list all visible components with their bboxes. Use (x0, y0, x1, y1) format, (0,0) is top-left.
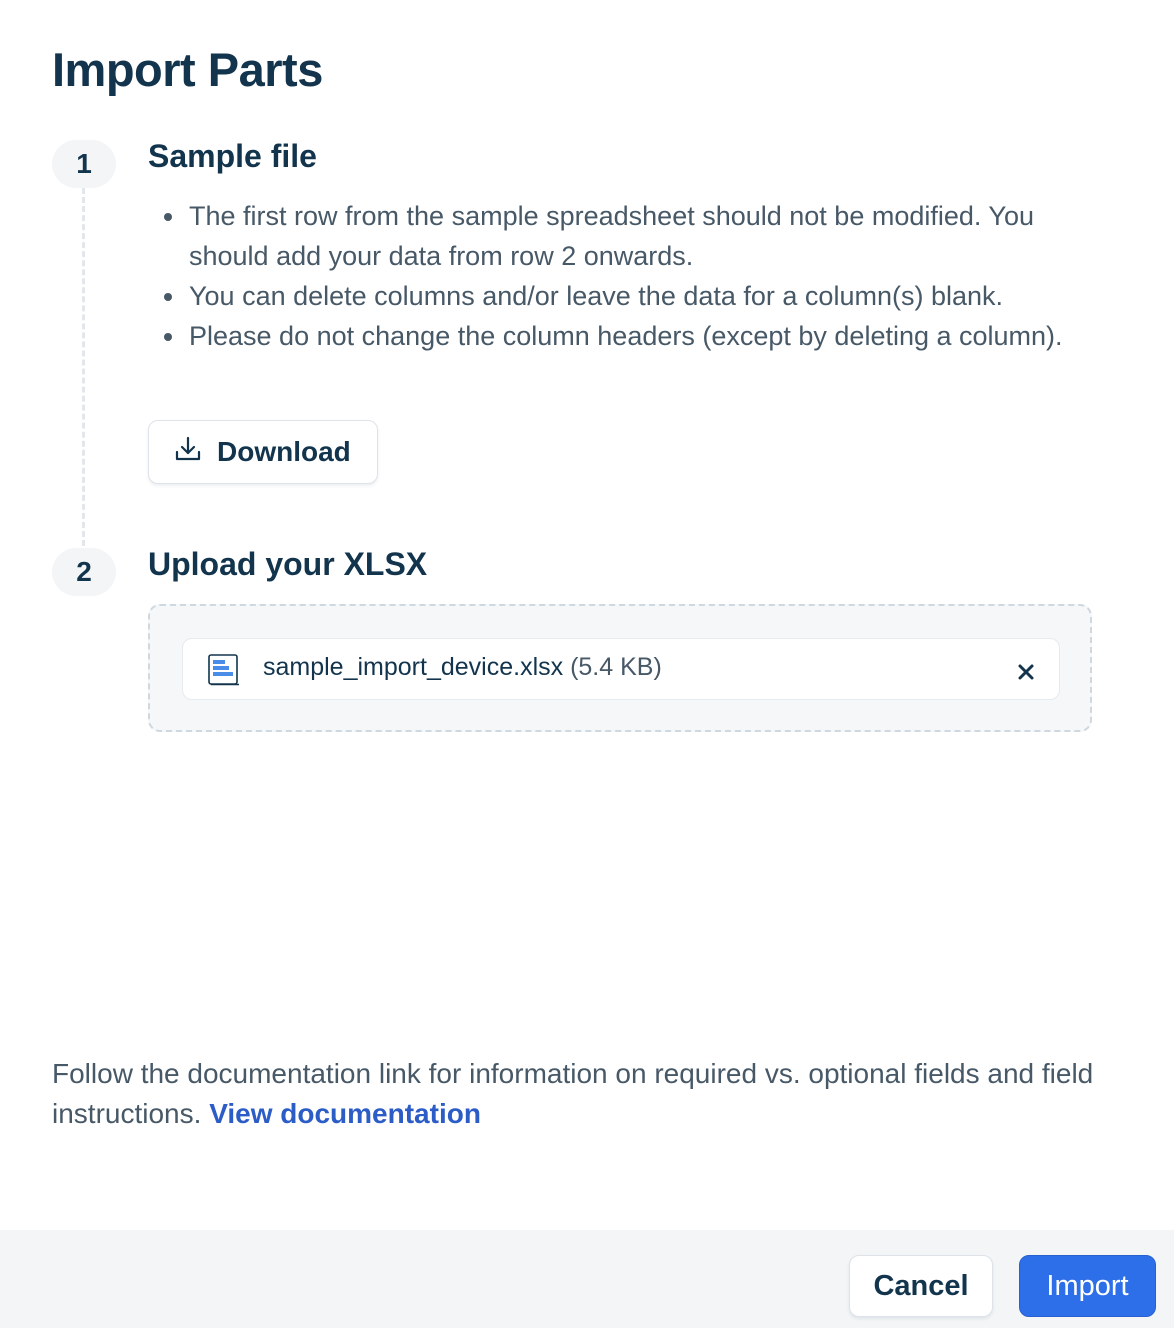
file-name-text: sample_import_device.xlsx (5.4 KB) (263, 653, 662, 682)
import-button[interactable]: Import (1019, 1255, 1156, 1317)
dialog-title: Import Parts (52, 43, 323, 96)
download-icon (173, 434, 203, 471)
file-name: sample_import_device.xlsx (263, 653, 564, 681)
download-sample-button[interactable]: Download (148, 420, 378, 484)
dialog-footer: Cancel Import (0, 1230, 1174, 1328)
spreadsheet-file-icon (207, 653, 241, 692)
close-icon (1018, 664, 1034, 680)
remove-file-button[interactable] (1015, 661, 1037, 683)
file-dropzone[interactable]: sample_import_device.xlsx (5.4 KB) (148, 604, 1092, 732)
step-title-sample-file: Sample file (148, 138, 317, 174)
view-documentation-link[interactable]: View documentation (209, 1098, 481, 1129)
import-parts-dialog: Import Parts 1 Sample file The first row… (0, 0, 1174, 1328)
instruction-item: The first row from the sample spreadshee… (160, 196, 1120, 276)
instruction-item: Please do not change the column headers … (160, 316, 1120, 356)
uploaded-file-item: sample_import_device.xlsx (5.4 KB) (182, 638, 1060, 700)
cancel-button[interactable]: Cancel (849, 1255, 993, 1317)
sample-file-instructions: The first row from the sample spreadshee… (160, 196, 1120, 356)
step-connector (82, 188, 85, 546)
instruction-item: You can delete columns and/or leave the … (160, 276, 1120, 316)
download-label: Download (217, 436, 351, 467)
step-number-2: 2 (52, 548, 116, 596)
file-size: (5.4 KB) (570, 653, 662, 681)
step-number-1: 1 (52, 140, 116, 188)
documentation-note: Follow the documentation link for inform… (52, 1054, 1132, 1134)
step-title-upload: Upload your XLSX (148, 546, 428, 582)
